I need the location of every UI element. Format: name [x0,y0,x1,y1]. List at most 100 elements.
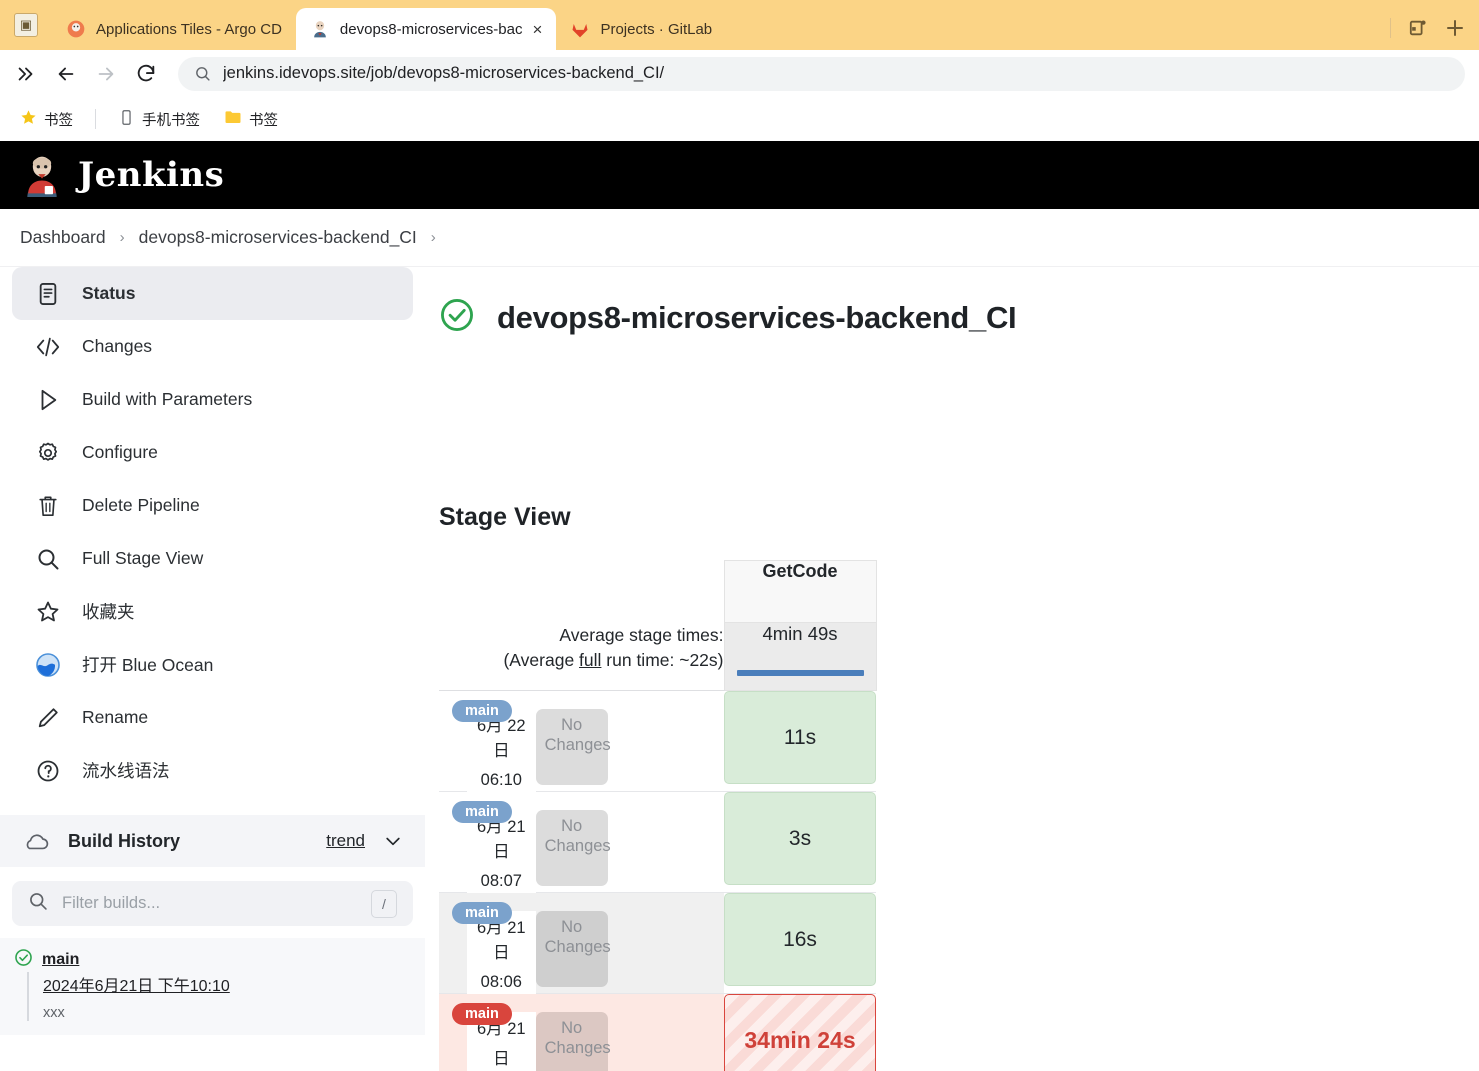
back-button[interactable] [54,62,78,86]
address-bar[interactable]: jenkins.idevops.site/job/devops8-microse… [178,56,1465,91]
run-changes-box[interactable]: No Changes [535,911,611,987]
sidebar-item-label: 打开 Blue Ocean [82,655,214,675]
jenkins-butler-icon[interactable] [20,153,64,197]
branch-badge[interactable]: main [452,902,512,924]
stage-run-cell[interactable]: 34min 24s [724,993,876,1071]
chevron-right-icon[interactable]: › [431,229,436,246]
bookmarks-bar: 书签 手机书签 书签 [0,97,1479,141]
bookmark-label: 书签 [249,112,278,129]
sidebar-item-label: Status [82,283,136,303]
average-line-2-post: run time: ~22s) [601,649,724,670]
stage-run-cell[interactable]: 11s [724,690,876,792]
sidebar-item-configure[interactable]: Configure [12,426,413,479]
job-header: devops8-microservices-backend_CI [439,297,1479,338]
stage-view-run-row[interactable]: main 6月 21 日 08:06 No Changes 16s [439,892,876,996]
close-icon[interactable]: × [533,21,543,38]
sidebar: Status Changes Build with Parameters Con… [0,267,425,1071]
argocd-icon [67,20,85,38]
trash-icon [34,492,62,520]
run-changes-box[interactable]: No Changes [535,810,611,886]
sidebar-item-delete-pipeline[interactable]: Delete Pipeline [12,479,413,532]
stage-view-header-row: GetCode [439,560,877,623]
stage-view-corner [439,561,724,623]
chevron-right-icon: › [119,229,125,246]
stage-average-value: 4min 49s [762,623,838,644]
run-changes-box[interactable]: No Changes [535,709,611,785]
window-restore-icon[interactable]: ▣ [14,13,38,37]
gear-icon [34,439,62,467]
build-date-link[interactable]: 2024年6月21日 下午10:10 [43,972,230,996]
average-line-2-pre: (Average [503,649,580,670]
branch-badge[interactable]: main [452,801,512,823]
run-meta-cell: main 6月 21 日 08:07 No Changes [439,791,724,895]
jenkins-wordmark[interactable]: Jenkins [78,155,224,195]
build-history-header: Build History trend [0,815,425,867]
browser-tab-title: Projects · GitLab [600,20,713,38]
browser-tab-1[interactable]: devops8-microservices-bac × [295,8,557,50]
check-circle-icon [439,297,475,338]
run-changes-box[interactable]: No Changes [535,1012,611,1071]
stage-view-run-row[interactable]: main 6月 21 日 No Changes 34min 24s [439,993,876,1071]
sidebar-item-favorites[interactable]: 收藏夹 [12,585,413,638]
bookmark-item-1[interactable]: 手机书签 [112,106,206,133]
jenkins-header: Jenkins [0,141,1479,209]
run-time: 08:06 [480,973,522,991]
stage-duration: 3s [724,792,876,885]
search-icon [28,891,48,916]
build-filter-input[interactable] [62,894,357,913]
sidebar-item-label: Rename [82,707,149,727]
sidebar-item-pipeline-syntax[interactable]: 流水线语法 [12,744,413,797]
build-history-list: main 2024年6月21日 下午10:10 xxx [0,938,425,1035]
stage-duration: 34min 24s [724,994,876,1071]
average-stage-times-label: Average stage times: (Average full run t… [439,622,724,691]
run-time: 08:07 [480,872,522,890]
cloud-icon [22,827,50,855]
forward-button [94,62,118,86]
stage-duration: 11s [724,691,876,784]
overflow-menu-icon[interactable] [14,62,38,86]
bookmark-item-0[interactable]: 书签 [14,106,79,133]
sidebar-item-build-with-parameters[interactable]: Build with Parameters [12,373,413,426]
sidebar-item-label: Changes [82,336,153,356]
address-bar-url: jenkins.idevops.site/job/devops8-microse… [223,64,665,82]
branch-badge[interactable]: main [452,1003,512,1025]
bookmark-item-2[interactable]: 书签 [218,105,284,133]
average-line-2-underline: full [579,649,602,670]
breadcrumb-item-job[interactable]: devops8-microservices-backend_CI [139,227,417,248]
browser-tab-2[interactable]: Projects · GitLab [556,8,726,50]
main-content: devops8-microservices-backend_CI Stage V… [425,267,1479,1071]
browser-tab-0[interactable]: Applications Tiles - Argo CD [52,8,296,50]
new-tab-button[interactable] [1445,18,1465,38]
search-icon [196,67,210,81]
breadcrumb-item-dashboard[interactable]: Dashboard [20,227,106,248]
browser-tab-title: Applications Tiles - Argo CD [96,20,282,38]
build-branch-link[interactable]: main [42,951,79,969]
gitlab-icon [572,24,588,38]
run-date-line2: 日 [493,944,510,962]
sidebar-item-changes[interactable]: Changes [12,320,413,373]
sidebar-item-open-blue-ocean[interactable]: 打开 Blue Ocean [12,638,413,691]
branch-badge[interactable]: main [452,700,512,722]
average-line-1: Average stage times: [559,624,724,645]
stage-view-table-wrapper: GetCode Average stage times: (Average fu… [439,560,1479,1071]
build-history-item[interactable]: main 2024年6月21日 下午10:10 xxx [0,938,425,1035]
tab-organizer-icon[interactable] [1409,19,1427,37]
build-history-trend-link[interactable]: trend [326,831,365,851]
check-circle-icon [14,948,33,972]
build-filter-container[interactable]: / [12,881,413,926]
stage-view-run-row[interactable]: main 6月 21 日 08:07 No Changes 3s [439,791,876,895]
tabstrip-divider [1390,18,1391,38]
stage-column-header[interactable]: GetCode [723,560,877,623]
sidebar-item-status[interactable]: Status [12,267,413,320]
sidebar-item-label: Full Stage View [82,548,204,568]
code-icon [34,333,62,361]
stage-run-cell[interactable]: 3s [724,791,876,893]
sidebar-item-rename[interactable]: Rename [12,691,413,744]
chevron-down-icon[interactable] [383,831,403,851]
stage-run-cell[interactable]: 16s [724,892,876,994]
sidebar-item-full-stage-view[interactable]: Full Stage View [12,532,413,585]
stage-view-run-row[interactable]: main 6月 22 日 06:10 No Changes 11s [439,690,876,794]
bookmark-label: 书签 [44,112,73,129]
reload-button[interactable] [134,62,158,86]
play-icon [34,386,62,414]
